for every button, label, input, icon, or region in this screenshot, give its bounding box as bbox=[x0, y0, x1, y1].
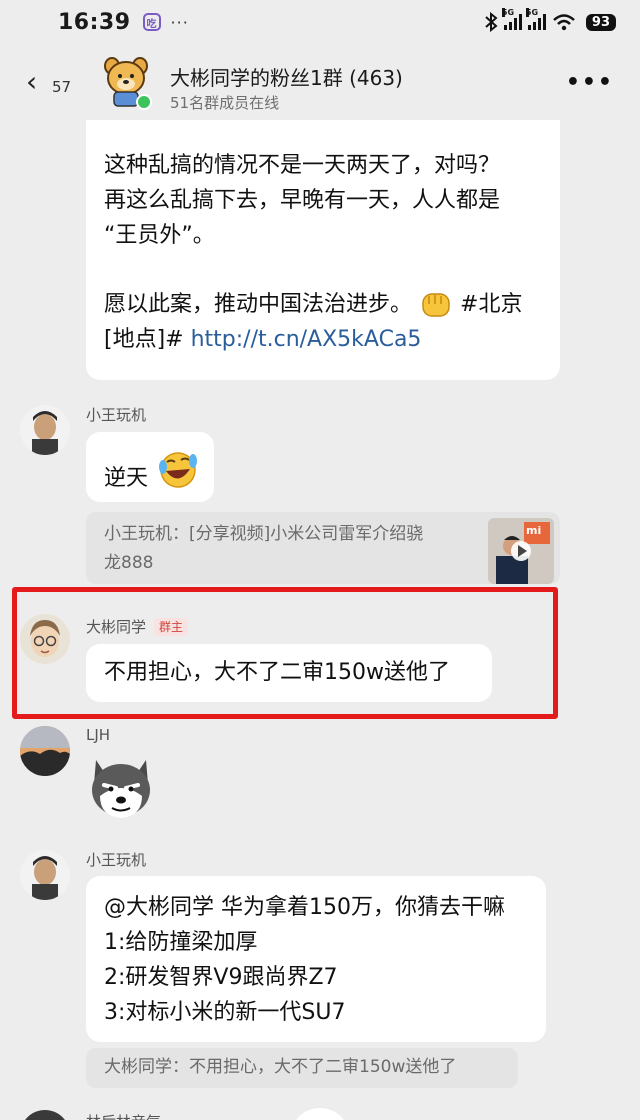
back-arrow-icon[interactable]: ‹ bbox=[26, 68, 37, 96]
online-status-dot bbox=[136, 94, 152, 110]
unread-count: 57 bbox=[52, 78, 72, 96]
highlight-box bbox=[12, 587, 558, 719]
sender-name: 小王玩机 bbox=[86, 406, 147, 424]
husky-sticker[interactable] bbox=[86, 752, 156, 822]
signal-icon-2: 5G bbox=[525, 8, 546, 30]
video-thumbnail-logo: mi bbox=[526, 524, 542, 537]
message-line: @大彬同学 华为拿着150万，你猜去干嘛 bbox=[104, 895, 505, 920]
message-link[interactable]: http://t.cn/AX5kACa5 bbox=[191, 327, 422, 352]
message-line: 愿以此案，推动中国法治进步。 #北京 bbox=[104, 287, 542, 322]
sender-name: LJH bbox=[86, 726, 111, 744]
message-line: 再这么乱搞下去，早晚有一天，人人都是 bbox=[104, 188, 501, 213]
message-bubble-long[interactable]: 这种乱搞的情况不是一天两天了，对吗？ 再这么乱搞下去，早晚有一天，人人都是 “王… bbox=[86, 120, 560, 380]
wifi-icon bbox=[553, 14, 575, 31]
online-members-count: 51名群成员在线 bbox=[170, 94, 280, 112]
message-line: 3:对标小米的新一代SU7 bbox=[104, 1000, 346, 1025]
more-options-icon[interactable]: ••• bbox=[566, 70, 614, 95]
battery-indicator: 93 bbox=[585, 13, 616, 31]
status-bar: 16:39 吃 ··· 5G 5G 93 bbox=[0, 0, 640, 44]
sender-name: 林后林音气 bbox=[86, 1111, 161, 1120]
sender-avatar[interactable] bbox=[20, 850, 70, 900]
message-text: 逆天 bbox=[104, 466, 149, 491]
message-line: 2:研发智界V9跟尚界Z7 bbox=[104, 965, 338, 990]
bluetooth-icon bbox=[485, 12, 498, 32]
message-line: [地点]# http://t.cn/AX5kACa5 bbox=[104, 327, 422, 352]
quoted-message[interactable]: 小王玩机：[分享视频]小米公司雷军介绍骁 龙888 mi bbox=[86, 512, 560, 584]
sender-name: 小王玩机 bbox=[86, 851, 147, 869]
message-bubble[interactable]: 逆天 bbox=[86, 432, 214, 502]
partial-sticker[interactable] bbox=[290, 1108, 350, 1120]
quoted-message[interactable]: 大彬同学：不用担心，大不了二审150w送他了 bbox=[86, 1048, 518, 1088]
laughing-crying-emoji-icon bbox=[159, 452, 198, 488]
message-line: 这种乱搞的情况不是一天两天了，对吗？ bbox=[104, 153, 501, 178]
app-notification-icon: 吃 bbox=[142, 13, 161, 31]
status-icons: 5G 5G 93 bbox=[484, 8, 616, 32]
fist-emoji-icon bbox=[422, 293, 450, 317]
video-thumbnail[interactable]: mi bbox=[488, 518, 554, 584]
message-bubble[interactable]: @大彬同学 华为拿着150万，你猜去干嘛 1:给防撞梁加厚 2:研发智界V9跟尚… bbox=[86, 876, 546, 1042]
status-time: 16:39 bbox=[58, 9, 131, 35]
signal-icon-1: 5G bbox=[501, 8, 522, 30]
message-line: 1:给防撞梁加厚 bbox=[104, 930, 258, 955]
chat-header: ‹ 57 大彬同学的粉丝1群 (463) 51名群成员在线 ••• bbox=[0, 46, 640, 126]
more-notifications-icon: ··· bbox=[170, 12, 189, 32]
message-line: “王员外”。 bbox=[104, 223, 215, 248]
group-title: 大彬同学的粉丝1群 (463) bbox=[170, 66, 403, 90]
video-thumbnail-image bbox=[488, 518, 554, 584]
sender-avatar[interactable] bbox=[20, 405, 70, 455]
quote-text: 大彬同学：不用担心，大不了二审150w送他了 bbox=[104, 1057, 457, 1077]
sender-avatar[interactable] bbox=[20, 1110, 70, 1120]
sender-avatar[interactable] bbox=[20, 726, 70, 776]
